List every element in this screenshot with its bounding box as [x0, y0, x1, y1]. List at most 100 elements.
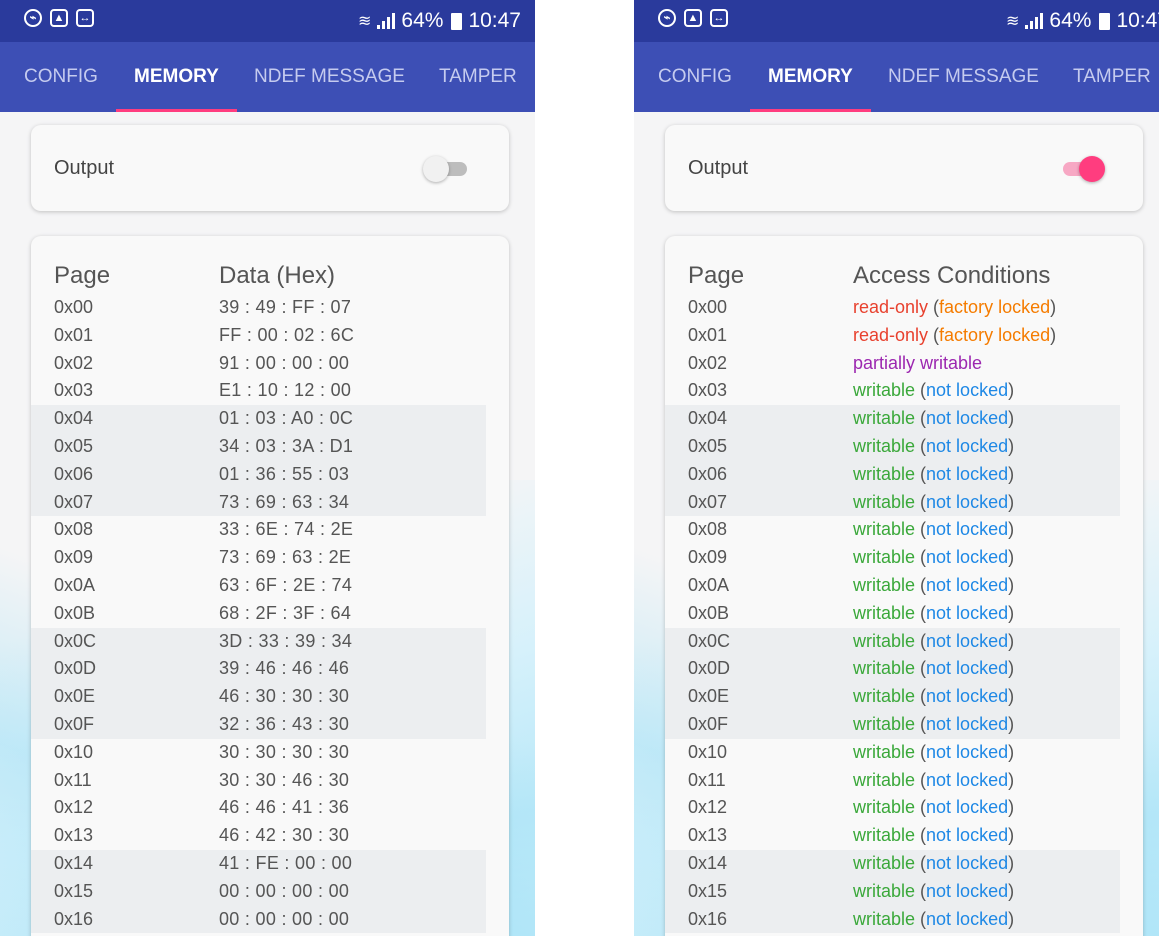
page-address: 0x0A: [54, 574, 96, 595]
lock-state: not locked: [926, 547, 1009, 568]
paren-close: ): [1008, 908, 1015, 929]
output-label: Output: [688, 157, 749, 179]
tab-config[interactable]: CONFIG: [24, 42, 98, 112]
page-address: 0x0C: [688, 630, 731, 651]
access-condition: writable (not locked): [853, 461, 1014, 489]
lock-state: not locked: [926, 658, 1009, 679]
access-condition: writable (not locked): [853, 572, 1014, 600]
hex-data: 3D : 33 : 39 : 34: [219, 630, 353, 651]
access-condition: writable (not locked): [853, 683, 1014, 711]
access-condition: writable (not locked): [853, 489, 1014, 517]
page-address: 0x10: [688, 741, 728, 762]
access-condition: writable (not locked): [853, 739, 1014, 767]
paren-open: (: [915, 630, 927, 651]
memory-table-card: Page Data (Hex) 0x00 39 : 49 : FF : 07 0x0…: [31, 236, 509, 936]
tab-ndef-message[interactable]: NDEF MESSAGE: [888, 42, 1039, 112]
access-condition: writable (not locked): [853, 906, 1014, 934]
lock-state: not locked: [926, 519, 1009, 540]
page-address: 0x09: [54, 547, 94, 568]
table-row: 0x00 39 : 49 : FF : 07: [31, 294, 509, 322]
paren-open: (: [915, 741, 927, 762]
gallery-icon: ▲: [50, 9, 68, 27]
lock-state: not locked: [926, 908, 1009, 929]
access-type: writable: [853, 797, 916, 818]
tab-ndef-message[interactable]: NDEF MESSAGE: [254, 42, 405, 112]
access-type: writable: [853, 380, 916, 401]
access-condition: writable (not locked): [853, 767, 1014, 795]
paren-open: (: [915, 658, 927, 679]
hex-data: 91 : 00 : 00 : 00: [219, 352, 350, 373]
tab-memory[interactable]: MEMORY: [134, 42, 219, 112]
access-table-card: Page Access Conditions 0x00 read-only (fa…: [665, 236, 1143, 936]
tab-memory[interactable]: MEMORY: [768, 42, 853, 112]
access-type: writable: [853, 713, 916, 734]
table-row: 0x0B 68 : 2F : 3F : 64: [31, 600, 509, 628]
lock-state: not locked: [926, 741, 1009, 762]
lock-state: factory locked: [939, 297, 1051, 317]
table-row: 0x0B writable (not locked): [665, 600, 1143, 628]
table-row: 0x13 writable (not locked): [665, 822, 1143, 850]
gallery-icon: ▲: [684, 9, 702, 27]
table-row: 0x01 FF : 00 : 02 : 6C: [31, 322, 509, 350]
table-row: 0x05 34 : 03 : 3A : D1: [31, 432, 509, 461]
table-row: 0x02 91 : 00 : 00 : 00: [31, 350, 509, 378]
table-row: 0x0D 39 : 46 : 46 : 46: [31, 655, 509, 684]
table-row: 0x14 writable (not locked): [665, 849, 1143, 878]
paren-open: (: [915, 769, 927, 790]
paren-open: (: [915, 408, 927, 429]
access-condition: writable (not locked): [853, 794, 1014, 822]
page-address: 0x00: [688, 297, 728, 317]
page-address: 0x14: [688, 852, 728, 873]
tab-tamper[interactable]: TAMPER: [1073, 42, 1151, 112]
lock-state: not locked: [926, 463, 1009, 484]
table-row: 0x07 73 : 69 : 63 : 34: [31, 488, 509, 517]
access-condition: writable (not locked): [853, 628, 1014, 656]
memory-rows: 0x00 39 : 49 : FF : 07 0x01 FF : 00 : 02 : …: [31, 294, 509, 934]
access-type: writable: [853, 435, 916, 456]
output-toggle[interactable]: [423, 155, 469, 182]
tab-config[interactable]: CONFIG: [658, 42, 732, 112]
table-row: 0x01 read-only (factory locked): [665, 322, 1143, 350]
access-condition: writable (not locked): [853, 544, 1014, 572]
hex-data: 73 : 69 : 63 : 34: [219, 491, 350, 512]
table-row: 0x16 writable (not locked): [665, 905, 1143, 934]
lock-state: not locked: [926, 852, 1009, 873]
tab-tamper[interactable]: TAMPER: [439, 42, 517, 112]
page-address: 0x13: [54, 825, 94, 846]
hex-data: 30 : 30 : 30 : 30: [219, 741, 350, 762]
paren-close: ): [1008, 769, 1015, 790]
access-type: writable: [853, 908, 916, 929]
table-row: 0x10 writable (not locked): [665, 739, 1143, 767]
paren-open: (: [915, 825, 927, 846]
page-address: 0x15: [688, 880, 728, 901]
paren-close: ): [1008, 825, 1015, 846]
table-row: 0x0A writable (not locked): [665, 572, 1143, 600]
access-type: read-only: [853, 324, 929, 345]
paren-open: (: [915, 686, 927, 707]
hex-data: 30 : 30 : 46 : 30: [219, 769, 350, 790]
access-rows: 0x00 read-only (factory locked) 0x01 read-o…: [665, 294, 1143, 934]
page-address: 0x10: [54, 741, 94, 762]
paren-open: (: [915, 713, 927, 734]
page-address: 0x09: [688, 547, 728, 568]
table-row: 0x00 read-only (factory locked): [665, 294, 1143, 322]
paren-close: ): [1008, 463, 1015, 484]
lock-state: not locked: [926, 574, 1009, 595]
output-card: Output: [31, 125, 509, 211]
phone-screen-access-view: ⌁ ▲ ↔ ≋ 64% 10:47 CONFIG MEMORY NDEF MES…: [634, 0, 1159, 936]
hex-data: 33 : 6E : 74 : 2E: [219, 519, 354, 540]
table-row: 0x09 73 : 69 : 63 : 2E: [31, 544, 509, 572]
output-toggle[interactable]: [1057, 155, 1105, 182]
paren-close: ): [1008, 797, 1015, 818]
hex-data: 73 : 69 : 63 : 2E: [219, 547, 352, 568]
lock-state: not locked: [926, 880, 1009, 901]
page-address: 0x01: [54, 324, 94, 345]
hotspot-icon: ⌁: [24, 9, 42, 27]
paren-close: ): [1008, 491, 1015, 512]
page-address: 0x06: [688, 463, 728, 484]
page-address: 0x0B: [54, 602, 96, 623]
lock-state: not locked: [926, 686, 1009, 707]
hotspot-icon: ⌁: [658, 9, 676, 27]
page-address: 0x0C: [54, 630, 97, 651]
table-row: 0x05 writable (not locked): [665, 432, 1143, 461]
